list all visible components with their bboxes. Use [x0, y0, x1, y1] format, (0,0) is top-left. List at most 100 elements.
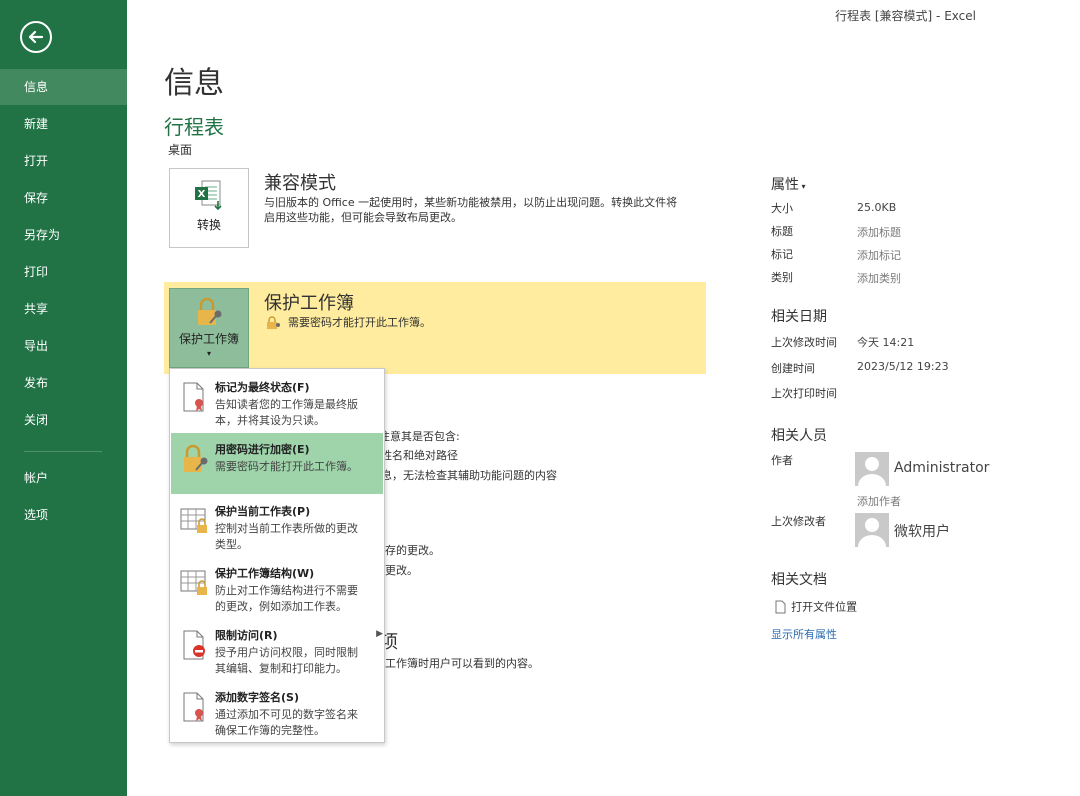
menu-item-title: 用密码进行加密(E) — [215, 443, 310, 456]
menu-item-title: 保护当前工作表(P) — [215, 505, 311, 518]
add-category-field[interactable]: 添加类别 — [857, 270, 901, 286]
menu-item-title: 添加数字签名(S) — [215, 691, 299, 704]
add-title-field[interactable]: 添加标题 — [857, 224, 901, 240]
protect-workbook-button-label: 保护工作簿 — [178, 332, 239, 346]
menu-add-digital-signature[interactable]: 添加数字签名(S) 通过添加不可见的数字签名来 确保工作簿的完整性。 — [171, 681, 383, 742]
manage-line-2: 更改。 — [385, 564, 418, 577]
author-label: 作者 — [771, 454, 793, 467]
related-documents-header: 相关文档 — [771, 572, 827, 588]
last-modified-label: 上次修改时间 — [771, 336, 837, 349]
small-lock-icon — [267, 316, 280, 329]
menu-item-desc-line: 类型。 — [215, 538, 248, 551]
menu-item-desc-line: 本，并将其设为只读。 — [215, 414, 325, 427]
related-dates-header: 相关日期 — [771, 309, 827, 325]
nav-divider — [24, 451, 102, 452]
modifier-name[interactable]: 微软用户 — [894, 521, 950, 541]
related-people-header: 相关人员 — [771, 428, 827, 444]
modifier-avatar[interactable] — [855, 513, 889, 547]
menu-restrict-access[interactable]: 限制访问(R) 授予用户访问权限，同时限制 其编辑、复制和打印能力。 ▶ — [171, 619, 383, 680]
nav-save-as[interactable]: 另存为 — [0, 217, 127, 253]
nav-save[interactable]: 保存 — [0, 180, 127, 216]
open-file-location-link[interactable]: 打开文件位置 — [775, 596, 857, 615]
menu-item-title: 标记为最终状态(F) — [215, 381, 310, 394]
menu-item-desc-line: 防止对工作簿结构进行不需要 — [215, 584, 358, 597]
protect-workbook-menu: 标记为最终状态(F) 告知读者您的工作簿是最终版 本，并将其设为只读。 用密码进… — [169, 368, 385, 743]
excel-convert-icon: X — [195, 180, 222, 211]
menu-item-desc-line: 控制对当前工作表所做的更改 — [215, 522, 358, 535]
created-label: 创建时间 — [771, 362, 815, 375]
nav-new[interactable]: 新建 — [0, 106, 127, 142]
workbook-structure-lock-icon — [180, 570, 207, 595]
nav-print[interactable]: 打印 — [0, 254, 127, 290]
inspect-line-2: 姓名和绝对路径 — [381, 449, 458, 462]
back-button[interactable] — [20, 21, 52, 53]
nav-close[interactable]: 关闭 — [0, 402, 127, 438]
document-icon — [775, 600, 786, 613]
menu-item-desc: 需要密码才能打开此工作簿。 — [215, 459, 375, 475]
show-all-properties-link[interactable]: 显示所有属性 — [771, 626, 837, 642]
inspect-line-3: 息，无法检查其辅助功能问题的内容 — [381, 469, 557, 482]
add-author-link[interactable]: 添加作者 — [857, 493, 901, 509]
menu-protect-current-sheet[interactable]: 保护当前工作表(P) 控制对当前工作表所做的更改 类型。 — [171, 495, 383, 556]
author-avatar[interactable] — [855, 452, 889, 486]
compat-desc-1: 与旧版本的 Office 一起使用时，某些新功能被禁用，以防止出现问题。转换此文… — [264, 196, 678, 209]
file-name: 行程表 — [164, 115, 224, 139]
convert-button[interactable]: X 转换 — [169, 168, 249, 248]
nav-open[interactable]: 打开 — [0, 143, 127, 179]
sheet-lock-icon — [180, 508, 207, 533]
protect-desc: 需要密码才能打开此工作簿。 — [288, 316, 431, 329]
nav-options[interactable]: 选项 — [0, 497, 127, 533]
page-title: 信息 — [164, 66, 224, 101]
menu-protect-workbook-structure[interactable]: 保护工作簿结构(W) 防止对工作簿结构进行不需要 的更改，例如添加工作表。 — [171, 557, 383, 618]
nav-info[interactable]: 信息 — [0, 69, 127, 105]
final-document-icon — [183, 382, 204, 412]
nav-publish[interactable]: 发布 — [0, 365, 127, 401]
protect-workbook-button[interactable]: 保护工作簿 ▾ — [169, 288, 249, 368]
lock-key-icon — [184, 444, 208, 472]
menu-encrypt-with-password[interactable]: 用密码进行加密(E) 需要密码才能打开此工作簿。 — [171, 433, 383, 494]
prop-label-title: 标题 — [771, 225, 793, 238]
prop-label-category: 类别 — [771, 271, 793, 284]
convert-button-label: 转换 — [196, 218, 221, 232]
menu-item-desc: 控制对当前工作表所做的更改 类型。 — [215, 521, 375, 553]
last-printed-label: 上次打印时间 — [771, 387, 837, 400]
menu-item-desc: 告知读者您的工作簿是最终版 本，并将其设为只读。 — [215, 397, 375, 429]
inspect-line-1: 注意其是否包含: — [379, 430, 460, 443]
last-modified-value: 今天 14:21 — [857, 336, 915, 349]
file-location: 桌面 — [168, 143, 193, 157]
browser-view-desc: 工作簿时用户可以看到的内容。 — [385, 657, 539, 670]
compat-title: 兼容模式 — [264, 173, 336, 194]
menu-item-desc: 通过添加不可见的数字签名来 确保工作簿的完整性。 — [215, 707, 375, 739]
created-value: 2023/5/12 19:23 — [857, 360, 949, 373]
menu-item-desc-line: 其编辑、复制和打印能力。 — [215, 662, 347, 675]
properties-header[interactable]: 属性 ▾ — [771, 174, 806, 194]
menu-item-desc-line: 告知读者您的工作簿是最终版 — [215, 398, 358, 411]
menu-item-desc: 授予用户访问权限，同时限制 其编辑、复制和打印能力。 — [215, 645, 375, 677]
lock-key-icon — [198, 297, 222, 325]
menu-item-title: 保护工作簿结构(W) — [215, 567, 315, 580]
menu-item-desc-line: 确保工作簿的完整性。 — [215, 724, 325, 737]
window-title: 行程表 [兼容模式] - Excel — [835, 9, 976, 23]
menu-item-desc-line: 通过添加不可见的数字签名来 — [215, 708, 358, 721]
nav-export[interactable]: 导出 — [0, 328, 127, 364]
last-modified-by-label: 上次修改者 — [771, 515, 826, 528]
add-tags-field[interactable]: 添加标记 — [857, 247, 901, 263]
properties-header-label: 属性 — [771, 177, 799, 193]
protect-title: 保护工作簿 — [264, 293, 354, 314]
menu-item-title: 限制访问(R) — [215, 629, 278, 642]
menu-mark-as-final[interactable]: 标记为最终状态(F) 告知读者您的工作簿是最终版 本，并将其设为只读。 — [171, 371, 383, 432]
open-file-location-label: 打开文件位置 — [791, 600, 858, 614]
digital-signature-icon — [183, 692, 204, 722]
manage-line-1: 存的更改。 — [385, 544, 440, 557]
author-name[interactable]: Administrator — [894, 460, 989, 476]
menu-item-desc-line: 的更改，例如添加工作表。 — [215, 600, 347, 613]
submenu-arrow-icon: ▶ — [376, 629, 383, 639]
menu-item-desc: 防止对工作簿结构进行不需要 的更改，例如添加工作表。 — [215, 583, 375, 615]
menu-item-desc-line: 需要密码才能打开此工作簿。 — [215, 460, 358, 473]
person-icon — [858, 518, 886, 547]
nav-account[interactable]: 帐户 — [0, 460, 127, 496]
back-arrow-icon — [28, 30, 44, 44]
chevron-down-icon: ▾ — [206, 349, 211, 358]
person-icon — [858, 457, 886, 486]
nav-share[interactable]: 共享 — [0, 291, 127, 327]
